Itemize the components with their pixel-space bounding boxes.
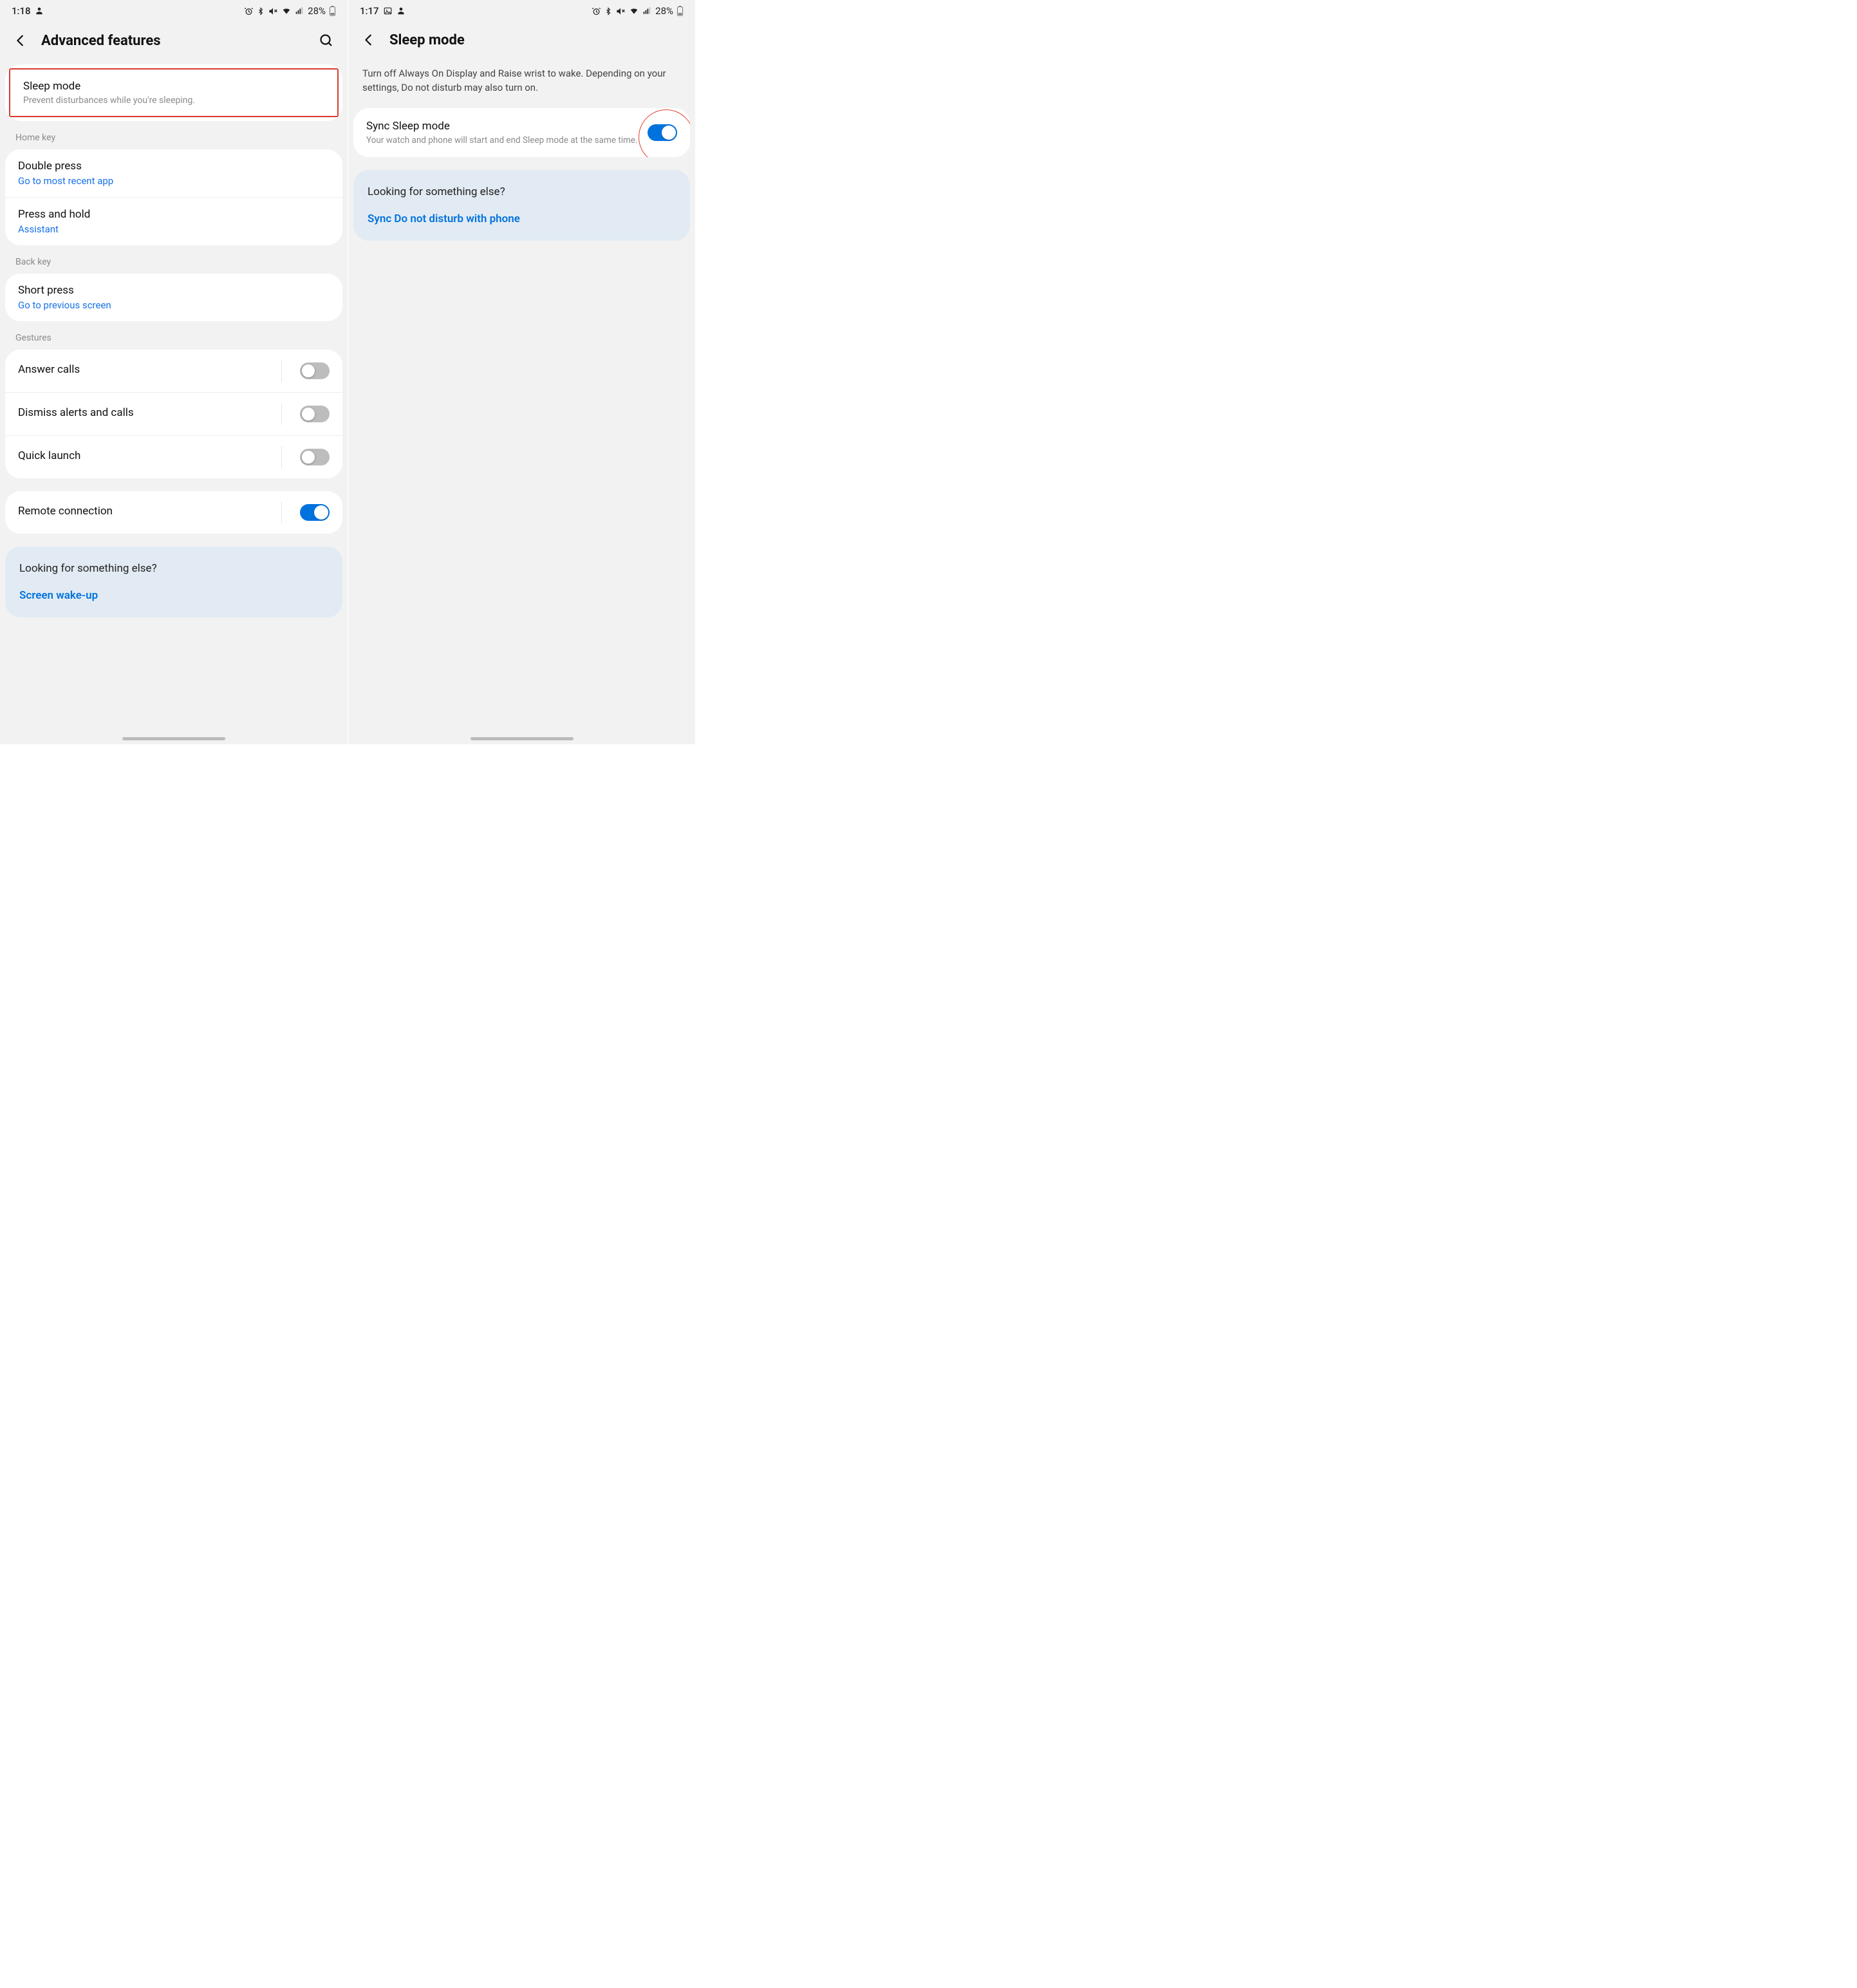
sleep-mode-sub: Prevent disturbances while you're sleepi… [23, 95, 324, 106]
battery-icon [329, 6, 336, 16]
back-button[interactable] [360, 31, 378, 49]
status-time: 1:18 [12, 5, 31, 17]
image-icon [383, 6, 393, 15]
remote-connection-row[interactable]: Remote connection [5, 491, 342, 534]
short-press-sub: Go to previous screen [18, 299, 330, 311]
press-hold-row[interactable]: Press and hold Assistant [5, 197, 342, 245]
bluetooth-icon [604, 6, 612, 16]
remote-connection-title: Remote connection [18, 505, 272, 518]
alarm-icon [244, 6, 254, 16]
mute-icon [268, 6, 278, 16]
back-key-card: Short press Go to previous screen [5, 274, 342, 321]
signal-icon [642, 6, 652, 15]
alarm-icon [592, 6, 601, 16]
mute-icon [615, 6, 626, 16]
face-icon [397, 6, 406, 15]
sleep-mode-row[interactable]: Sleep mode Prevent disturbances while yo… [9, 68, 339, 117]
double-press-sub: Go to most recent app [18, 175, 330, 187]
page-title: Sleep mode [389, 32, 684, 48]
sleep-mode-card: Sleep mode Prevent disturbances while yo… [5, 64, 342, 121]
status-bar: 1:18 28% [0, 0, 348, 21]
press-hold-sub: Assistant [18, 223, 330, 235]
sync-dnd-link[interactable]: Sync Do not disturb with phone [368, 212, 676, 225]
section-back-key: Back key [0, 245, 348, 274]
sleep-mode-title: Sleep mode [23, 80, 324, 93]
sync-sleep-title: Sync Sleep mode [366, 120, 639, 133]
phone-right: 1:17 28% [348, 0, 695, 744]
screen-wakeup-link[interactable]: Screen wake-up [19, 589, 328, 602]
answer-calls-title: Answer calls [18, 363, 272, 376]
gestures-card: Answer calls Dismiss alerts and calls Qu… [5, 350, 342, 478]
double-press-title: Double press [18, 160, 330, 173]
wifi-icon [281, 6, 292, 15]
quick-launch-title: Quick launch [18, 449, 272, 462]
quick-launch-toggle[interactable] [300, 449, 330, 465]
signal-icon [295, 6, 304, 15]
sync-sleep-row[interactable]: Sync Sleep mode Your watch and phone wil… [353, 108, 690, 157]
short-press-row[interactable]: Short press Go to previous screen [5, 274, 342, 321]
sync-sleep-sub: Your watch and phone will start and end … [366, 135, 639, 145]
looking-for-card: Looking for something else? Screen wake-… [5, 547, 342, 617]
status-time: 1:17 [360, 5, 379, 17]
remote-connection-toggle[interactable] [300, 504, 330, 521]
search-button[interactable] [317, 31, 336, 50]
phone-left: 1:18 28% [0, 0, 348, 744]
section-home-key: Home key [0, 121, 348, 149]
battery-percent: 28% [308, 5, 326, 17]
answer-calls-toggle[interactable] [300, 362, 330, 379]
sync-sleep-card: Sync Sleep mode Your watch and phone wil… [353, 108, 690, 157]
bluetooth-icon [257, 6, 265, 16]
looking-for-title: Looking for something else? [368, 185, 676, 198]
back-button[interactable] [12, 32, 30, 50]
remote-connection-card: Remote connection [5, 491, 342, 534]
face-icon [35, 6, 44, 15]
dismiss-alerts-title: Dismiss alerts and calls [18, 406, 272, 419]
home-indicator[interactable] [471, 737, 574, 740]
looking-for-card: Looking for something else? Sync Do not … [353, 170, 690, 241]
press-hold-title: Press and hold [18, 208, 330, 221]
dismiss-alerts-row[interactable]: Dismiss alerts and calls [5, 392, 342, 435]
status-bar: 1:17 28% [348, 0, 695, 21]
battery-percent: 28% [655, 5, 673, 17]
page-title: Advanced features [41, 33, 305, 49]
home-indicator[interactable] [122, 737, 225, 740]
battery-icon [677, 6, 684, 16]
sync-sleep-toggle[interactable] [648, 124, 677, 141]
short-press-title: Short press [18, 284, 330, 297]
home-key-card: Double press Go to most recent app Press… [5, 149, 342, 245]
answer-calls-row[interactable]: Answer calls [5, 350, 342, 392]
looking-for-title: Looking for something else? [19, 562, 328, 575]
section-gestures: Gestures [0, 321, 348, 350]
dismiss-alerts-toggle[interactable] [300, 406, 330, 422]
wifi-icon [629, 6, 639, 15]
quick-launch-row[interactable]: Quick launch [5, 435, 342, 478]
sleep-mode-description: Turn off Always On Display and Raise wri… [348, 63, 695, 108]
double-press-row[interactable]: Double press Go to most recent app [5, 149, 342, 197]
header: Sleep mode [348, 21, 695, 63]
header: Advanced features [0, 21, 348, 64]
